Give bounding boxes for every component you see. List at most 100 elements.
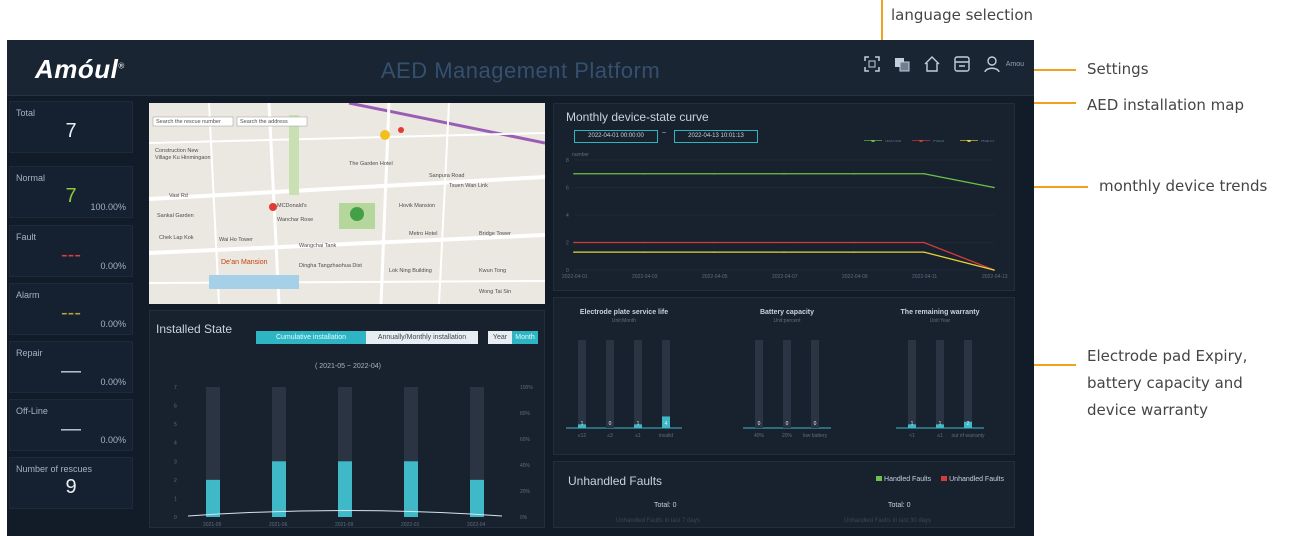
- expiry-bar-background: [783, 340, 791, 428]
- y-tick-label: 7: [174, 385, 177, 391]
- annotated-screenshot: language selection Settings AED installa…: [0, 0, 1302, 536]
- unhandled-faults-panel: Unhandled Faults Handled Faults Unhandle…: [553, 461, 1015, 528]
- expiry-title: Electrode plate service life: [580, 309, 668, 316]
- user-name[interactable]: Amou: [1006, 61, 1024, 68]
- series-line-fault: [574, 241, 995, 271]
- right-tick-label: 60%: [520, 437, 531, 443]
- y-tick-label: 5: [174, 422, 177, 428]
- expiry-value: 0: [609, 421, 612, 427]
- x-tick-label: 2022-04-09: [842, 274, 868, 280]
- fullscreen-icon[interactable]: [862, 54, 882, 74]
- legend-handled-label: Handled Faults: [884, 476, 932, 483]
- y-tick-label: 8: [566, 158, 569, 164]
- monthly-chart: number024682022-04-01 2022-04-03 2022-04-0…: [562, 140, 1008, 280]
- stat-percent: 0.00%: [100, 377, 126, 387]
- expiry-bar-background: [606, 340, 614, 428]
- x-tick-label: 2021-06: [269, 522, 288, 527]
- legend-unhandled-label: Unhandled Faults: [949, 476, 1004, 483]
- top-bar: Amóul® AED Management Platform Amou: [7, 40, 1034, 96]
- stat-label: Total: [16, 108, 36, 118]
- right-tick-label: 0%: [520, 515, 528, 521]
- callout-expiry-line1: Electrode pad Expiry,: [1087, 347, 1248, 365]
- stat-card-1[interactable]: Total 7: [9, 101, 133, 153]
- y-tick-label: 0: [174, 515, 177, 521]
- y-tick-label: 6: [566, 186, 569, 192]
- expiry-bar-background: [908, 340, 916, 428]
- legend-handled: Handled Faults: [876, 476, 931, 483]
- data-point: [643, 172, 645, 175]
- data-point: [643, 241, 645, 244]
- legend-unhandled: Unhandled Faults: [941, 476, 1004, 483]
- stat-percent: 0.00%: [100, 261, 126, 271]
- installed-state-panel: Installed State Cumulative installation …: [149, 310, 545, 528]
- expiry-title: Battery capacity: [760, 309, 814, 316]
- stat-card-4[interactable]: Alarm --- 0.00%: [9, 283, 133, 335]
- tab-annual-monthly[interactable]: Annually/Monthly installation: [366, 331, 478, 344]
- right-tick-label: 80%: [520, 411, 531, 417]
- stat-card-3[interactable]: Fault --- 0.00%: [9, 225, 133, 277]
- right-tick-label: 20%: [520, 489, 531, 495]
- expiry-title: The remaining warranty: [901, 309, 980, 316]
- callout-expiry-line2: battery capacity and: [1087, 374, 1243, 392]
- data-point: [573, 172, 575, 175]
- bar: [404, 461, 418, 517]
- y-tick-label: 6: [174, 404, 177, 410]
- expiry-bar-background: [964, 340, 972, 428]
- callout-trends: monthly device trends: [1099, 177, 1268, 195]
- series-line-alarm: [574, 251, 995, 271]
- language-icon[interactable]: [892, 54, 912, 74]
- y-tick-label: 3: [174, 459, 177, 465]
- expiry-value: 0: [786, 421, 789, 427]
- expiry-value: 0: [814, 421, 817, 427]
- expiry-value: 1: [637, 421, 640, 427]
- monthly-title: Monthly device-state curve: [566, 110, 709, 124]
- bar: [470, 479, 484, 517]
- expiry-unit: Unit:Year: [930, 318, 951, 324]
- expiry-category: ≤12: [578, 433, 587, 439]
- tab-cumulative[interactable]: Cumulative installation: [256, 331, 366, 344]
- data-point: [853, 251, 855, 253]
- expiry-bar-background: [634, 340, 642, 428]
- tab-year[interactable]: Year: [488, 331, 512, 344]
- data-point: [993, 269, 995, 271]
- stat-card-7[interactable]: Number of rescues 9: [9, 457, 133, 509]
- tab-month[interactable]: Month: [512, 331, 538, 344]
- data-point: [713, 241, 715, 244]
- data-point: [923, 241, 925, 244]
- stat-card-2[interactable]: Normal 7 100.00%: [9, 166, 133, 218]
- expiry-bar-background: [811, 340, 819, 428]
- aed-installation-map[interactable]: Search the rescue number Search the addr…: [149, 103, 545, 304]
- faults-total-30: Total: 0: [888, 502, 911, 509]
- data-point: [643, 251, 645, 253]
- x-tick-label: 2022-01: [401, 522, 420, 527]
- home-icon[interactable]: [922, 54, 942, 74]
- expiry-chart: Electrode plate service life Unit:Month 1 ≤…: [566, 309, 985, 439]
- map-canvas[interactable]: [149, 103, 545, 304]
- screen-icon[interactable]: [952, 54, 972, 74]
- x-tick-label: 2022-04-03: [632, 274, 658, 280]
- data-point: [783, 251, 785, 253]
- expiry-unit: Unit:Month: [612, 318, 636, 324]
- callout-expiry-line3: device warranty: [1087, 401, 1209, 419]
- y-tick-label: 1: [174, 496, 177, 502]
- x-tick-label: 2022-04-11: [912, 274, 937, 280]
- expiry-panel: Electrode plate service life Unit:Month 1 ≤…: [553, 297, 1015, 455]
- right-tick-label: 100%: [520, 385, 533, 391]
- faults-caption-30: Unhandled Faults in last 30 days: [844, 518, 932, 524]
- expiry-category: invalid: [659, 433, 673, 439]
- stat-percent: 100.00%: [90, 202, 126, 212]
- stat-card-5[interactable]: Repair —0.00%: [9, 341, 133, 393]
- expiry-bar-background: [936, 340, 944, 428]
- expiry-unit: Unit:percent: [774, 318, 802, 324]
- user-icon[interactable]: [982, 54, 1002, 74]
- expiry-value: 1: [939, 421, 942, 427]
- stat-card-6[interactable]: Off-Line —0.00%: [9, 399, 133, 451]
- legend-label: Alarm: [981, 140, 994, 144]
- series-line-normal: [574, 173, 995, 189]
- x-tick-label: 2022-04-13: [982, 274, 1008, 280]
- legend-label: Fault: [933, 140, 945, 144]
- data-point: [993, 186, 995, 189]
- installed-range: ( 2021-05 ~ 2022-04): [315, 363, 381, 370]
- top-toolbar: Amou: [862, 54, 1024, 74]
- stat-label: Repair: [16, 348, 43, 358]
